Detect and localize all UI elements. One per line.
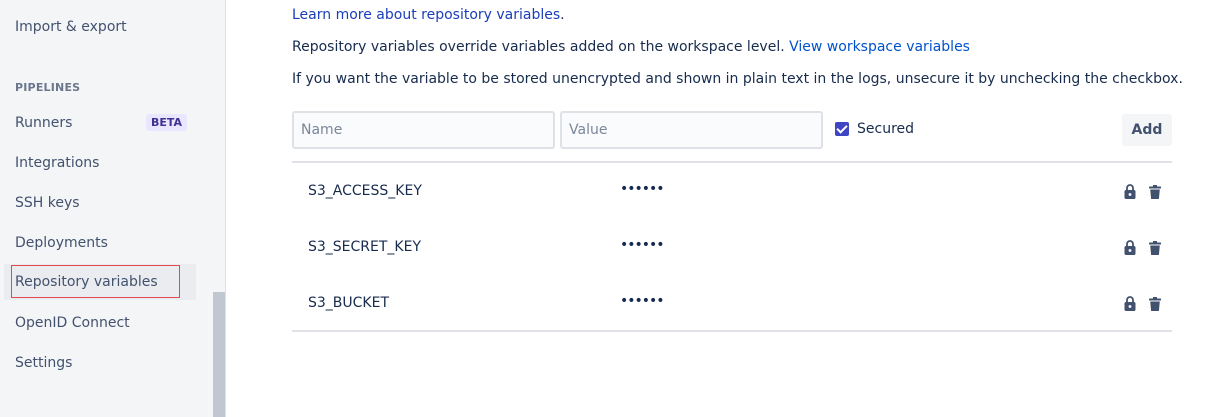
sidebar-item-import-export[interactable]: Import & export <box>4 9 196 45</box>
value-placeholder: Value <box>569 122 608 138</box>
trash-icon[interactable] <box>1149 184 1161 203</box>
sidebar: Import & export PIPELINES Runners BETA I… <box>0 0 226 417</box>
secured-toggle[interactable]: Secured <box>835 121 914 137</box>
variable-value: •••••• <box>620 293 665 309</box>
table-row: S3_BUCKET •••••• <box>292 275 1172 331</box>
lock-icon <box>1124 240 1136 259</box>
variable-name: S3_BUCKET <box>308 295 389 311</box>
sidebar-item-label: Settings <box>15 355 73 371</box>
sidebar-item-label: Repository variables <box>15 274 158 290</box>
learn-more-suffix: . <box>560 7 565 23</box>
value-input[interactable]: Value <box>560 111 823 149</box>
sidebar-item-repository-variables[interactable]: Repository variables <box>4 264 196 300</box>
sidebar-item-integrations[interactable]: Integrations <box>4 145 196 181</box>
secured-checkbox[interactable] <box>835 122 849 136</box>
sidebar-item-openid-connect[interactable]: OpenID Connect <box>4 305 196 341</box>
name-placeholder: Name <box>301 122 343 138</box>
variable-value: •••••• <box>620 181 665 197</box>
sidebar-item-label: Integrations <box>15 155 100 171</box>
trash-icon[interactable] <box>1149 296 1161 315</box>
variable-name: S3_SECRET_KEY <box>308 239 422 255</box>
sidebar-item-settings[interactable]: Settings <box>4 345 196 381</box>
override-text: Repository variables override variables … <box>292 39 790 55</box>
name-input[interactable]: Name <box>292 111 555 149</box>
unencrypted-note: If you want the variable to be stored un… <box>292 71 1183 87</box>
sidebar-item-label: SSH keys <box>15 195 80 211</box>
table-row: S3_SECRET_KEY •••••• <box>292 219 1172 275</box>
variable-name: S3_ACCESS_KEY <box>308 183 422 199</box>
learn-more-line: Learn more about repository variables. <box>292 7 565 23</box>
sidebar-item-label: Import & export <box>15 19 127 35</box>
sidebar-scrollbar[interactable] <box>213 292 225 417</box>
lock-icon <box>1124 296 1136 315</box>
add-button[interactable]: Add <box>1122 114 1172 146</box>
sidebar-item-label: Deployments <box>15 235 108 251</box>
secured-label: Secured <box>857 121 915 137</box>
sidebar-section-pipelines: PIPELINES <box>15 81 81 94</box>
sidebar-item-label: Runners <box>15 115 73 131</box>
variable-value: •••••• <box>620 237 665 253</box>
sidebar-item-deployments[interactable]: Deployments <box>4 225 196 261</box>
lock-icon <box>1124 184 1136 203</box>
override-note: Repository variables override variables … <box>292 39 970 55</box>
learn-more-link[interactable]: Learn more about repository variables <box>292 7 560 23</box>
trash-icon[interactable] <box>1149 240 1161 259</box>
table-divider-bottom <box>292 330 1172 332</box>
sidebar-item-ssh-keys[interactable]: SSH keys <box>4 185 196 221</box>
table-row: S3_ACCESS_KEY •••••• <box>292 163 1172 219</box>
sidebar-item-label: OpenID Connect <box>15 315 130 331</box>
view-workspace-variables-link[interactable]: View workspace variables <box>789 39 970 55</box>
beta-badge: BETA <box>146 114 188 131</box>
